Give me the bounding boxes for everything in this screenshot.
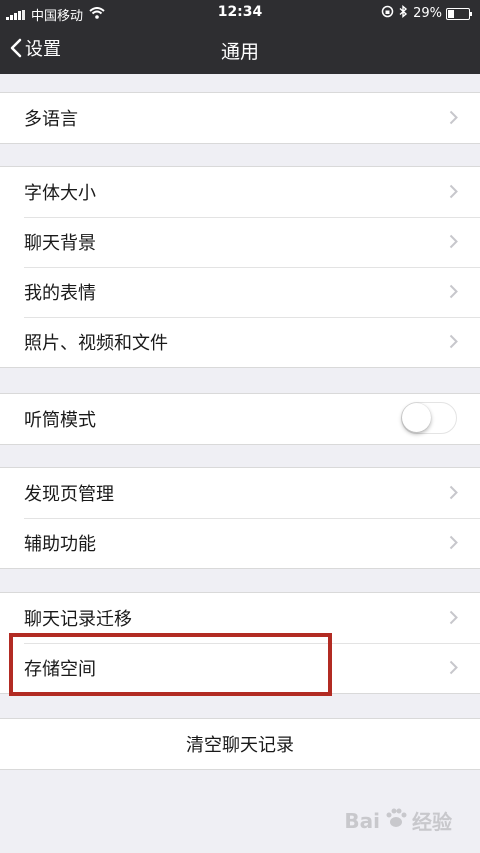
chevron-right-icon xyxy=(449,284,458,299)
row-label: 听筒模式 xyxy=(24,410,96,431)
chevron-right-icon xyxy=(449,660,458,675)
row-label: 聊天记录迁移 xyxy=(24,609,132,630)
page-title: 通用 xyxy=(220,41,259,63)
bluetooth-icon xyxy=(399,5,408,22)
list-item-my-stickers[interactable]: 我的表情 xyxy=(0,267,480,317)
row-label: 发现页管理 xyxy=(24,484,114,505)
status-bar: 中国移动 12:34 29% xyxy=(0,0,480,26)
earpiece-mode-toggle[interactable] xyxy=(401,402,457,434)
row-label: 聊天背景 xyxy=(24,233,96,254)
nav-bar: 设置 通用 xyxy=(0,26,480,74)
settings-group-discover: 发现页管理 辅助功能 xyxy=(0,467,480,569)
status-right: 29% xyxy=(381,5,472,22)
list-item-photos-videos-files[interactable]: 照片、视频和文件 xyxy=(0,317,480,367)
list-item-multilanguage[interactable]: 多语言 xyxy=(0,93,480,143)
clear-chat-history-button[interactable]: 清空聊天记录 xyxy=(0,719,480,769)
list-item-font-size[interactable]: 字体大小 xyxy=(0,167,480,217)
settings-group-earpiece: 听筒模式 xyxy=(0,393,480,445)
toggle-knob xyxy=(402,403,431,432)
list-item-chat-background[interactable]: 聊天背景 xyxy=(0,217,480,267)
battery-icon xyxy=(446,7,472,20)
list-item-earpiece-mode: 听筒模式 xyxy=(0,394,480,444)
watermark-text-left: Bai xyxy=(344,808,380,833)
battery-fill xyxy=(448,9,454,18)
watermark-text-right: 经验 xyxy=(412,810,452,834)
chevron-right-icon xyxy=(449,485,458,500)
settings-group-language: 多语言 xyxy=(0,92,480,144)
settings-group-display: 字体大小 聊天背景 我的表情 照片、视频和文件 xyxy=(0,166,480,368)
orientation-lock-icon xyxy=(381,5,394,22)
chevron-right-icon xyxy=(449,110,458,125)
row-label: 照片、视频和文件 xyxy=(24,333,168,354)
watermark: Bai 经验 xyxy=(344,806,452,835)
chevron-right-icon xyxy=(449,234,458,249)
chevron-right-icon xyxy=(449,184,458,199)
list-item-discover-management[interactable]: 发现页管理 xyxy=(0,468,480,518)
row-label: 我的表情 xyxy=(24,283,96,304)
chevron-right-icon xyxy=(449,535,458,550)
clear-chat-history-label: 清空聊天记录 xyxy=(186,735,294,756)
chevron-right-icon xyxy=(449,610,458,625)
list-item-accessibility[interactable]: 辅助功能 xyxy=(0,518,480,568)
settings-group-clear: 清空聊天记录 xyxy=(0,718,480,770)
highlight-annotation xyxy=(9,633,332,696)
chevron-right-icon xyxy=(449,334,458,349)
paw-logo-icon xyxy=(384,806,408,835)
row-label: 辅助功能 xyxy=(24,534,96,555)
row-label: 多语言 xyxy=(24,109,78,130)
battery-percent: 29% xyxy=(413,6,442,21)
row-label: 字体大小 xyxy=(24,183,96,204)
